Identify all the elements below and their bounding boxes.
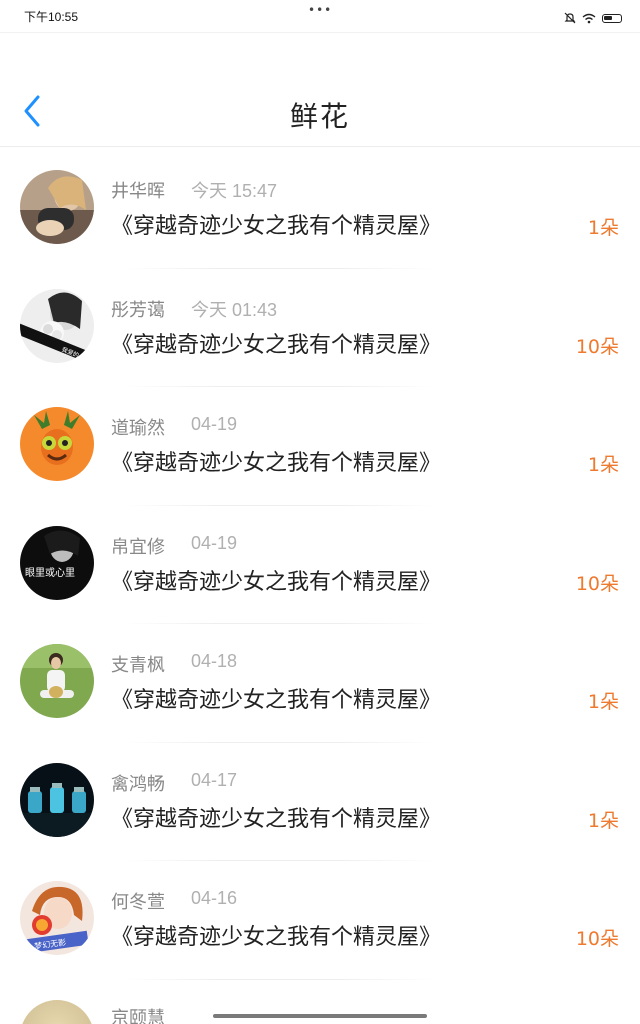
flower-count: 1朵	[587, 691, 619, 713]
avatar[interactable]	[20, 762, 94, 837]
book-title[interactable]: 《穿越奇迹少女之我有个精灵屋》	[111, 801, 441, 833]
post-date: 04-16	[191, 888, 238, 908]
post-date: 04-19	[191, 414, 238, 434]
user-name: 支青枫	[111, 655, 165, 676]
nav-header: 鲜花	[0, 32, 640, 147]
list-item[interactable]: 我爱的 海鸥 彤芳蔼 今天 01:43 《穿越奇迹少女之我有个精灵屋》 10朵	[0, 269, 640, 387]
flower-count: 1朵	[587, 454, 619, 476]
book-title[interactable]: 《穿越奇迹少女之我有个精灵屋》	[111, 327, 441, 359]
status-time: 下午10:55	[24, 10, 79, 24]
user-name: 何冬萱	[111, 892, 165, 913]
status-bar: 下午10:55 •••	[0, 0, 640, 32]
user-name: 井华晖	[111, 181, 165, 202]
user-name: 彤芳蔼	[111, 299, 165, 321]
flower-count: 10朵	[575, 335, 619, 358]
user-name: 京颐慧	[111, 1007, 165, 1024]
list-item[interactable]: 井华晖 今天 15:47 《穿越奇迹少女之我有个精灵屋》 1朵	[0, 150, 640, 269]
mute-bell-icon	[564, 9, 576, 28]
multitask-dots[interactable]: •••	[308, 3, 332, 17]
user-name: 道瑜然	[111, 418, 165, 439]
screen: 下午10:55 ••• 鲜花 井华晖 今天 15:47 《穿越奇迹少女之我有个精…	[0, 0, 640, 1024]
list-item[interactable]: 眼里或心里 帛宜修 04-19 《穿越奇迹少女之我有个精灵屋》 10朵	[0, 506, 640, 624]
user-name: 帛宜修	[111, 536, 165, 558]
book-title[interactable]: 《穿越奇迹少女之我有个精灵屋》	[111, 682, 441, 714]
post-date: 今天 15:47	[191, 181, 278, 201]
flower-count: 10朵	[575, 572, 619, 595]
flower-list: 井华晖 今天 15:47 《穿越奇迹少女之我有个精灵屋》 1朵 我爱的 海鸥 彤…	[0, 150, 640, 1024]
avatar[interactable]: 眼里或心里	[20, 525, 94, 600]
wifi-icon	[582, 9, 596, 28]
home-indicator[interactable]	[213, 1014, 427, 1018]
avatar[interactable]: 我爱的 海鸥	[20, 288, 94, 363]
page-title: 鲜花	[289, 100, 350, 133]
avatar[interactable]	[20, 644, 94, 718]
book-title[interactable]: 《穿越奇迹少女之我有个精灵屋》	[111, 564, 441, 596]
status-icons	[564, 9, 622, 28]
flower-count: 1朵	[587, 809, 619, 832]
book-title[interactable]: 《穿越奇迹少女之我有个精灵屋》	[111, 919, 441, 951]
flower-count: 10朵	[575, 928, 619, 950]
post-date: 04-19	[191, 532, 238, 553]
avatar[interactable]	[20, 407, 94, 481]
list-item[interactable]: 支青枫 04-18 《穿越奇迹少女之我有个精灵屋》 1朵	[0, 624, 640, 743]
battery-icon	[602, 14, 622, 23]
list-item[interactable]: 禽鸿畅 04-17 《穿越奇迹少女之我有个精灵屋》 1朵	[0, 743, 640, 861]
book-title[interactable]: 《穿越奇迹少女之我有个精灵屋》	[111, 208, 441, 240]
list-item[interactable]: 道瑜然 04-19 《穿越奇迹少女之我有个精灵屋》 1朵	[0, 387, 640, 506]
post-date: 今天 01:43	[191, 299, 278, 320]
avatar[interactable]	[20, 999, 94, 1024]
user-name: 禽鸿畅	[111, 773, 165, 795]
post-date: 04-17	[191, 769, 238, 790]
avatar[interactable]: 梦幻无影	[20, 881, 94, 955]
avatar[interactable]	[20, 170, 94, 244]
list-item[interactable]: 梦幻无影 何冬萱 04-16 《穿越奇迹少女之我有个精灵屋》 10朵	[0, 861, 640, 980]
avatar-caption: 眼里或心里	[25, 567, 75, 579]
flower-count: 1朵	[587, 217, 619, 239]
book-title[interactable]: 《穿越奇迹少女之我有个精灵屋》	[111, 445, 441, 477]
post-date: 04-18	[191, 651, 238, 671]
